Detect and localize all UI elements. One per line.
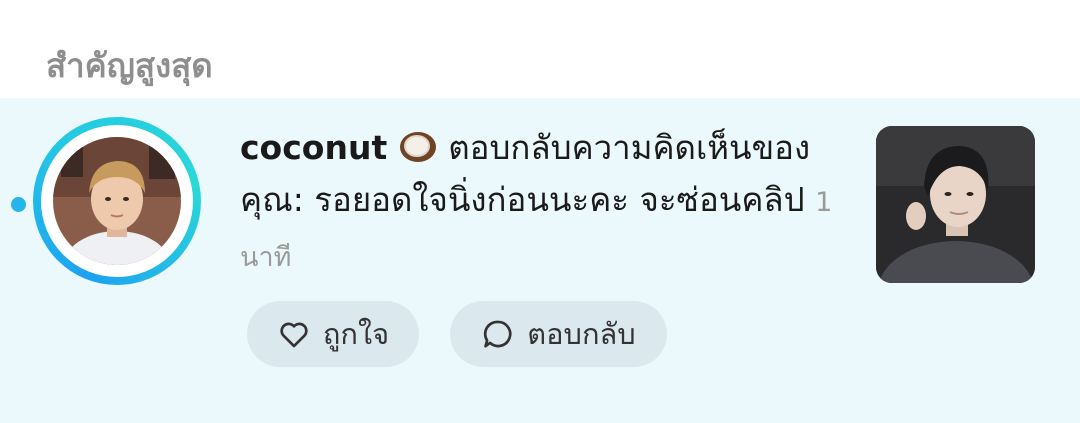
section-title: สำคัญสูงสุด xyxy=(46,46,213,85)
like-button[interactable]: ถูกใจ xyxy=(247,301,419,367)
unread-indicator xyxy=(11,197,26,212)
reply-button[interactable]: ตอบกลับ xyxy=(450,301,667,367)
reply-label: ตอบกลับ xyxy=(527,317,636,351)
heart-icon xyxy=(277,317,311,351)
like-label: ถูกใจ xyxy=(322,317,390,351)
video-thumbnail-photo xyxy=(876,126,1035,283)
video-thumbnail[interactable] xyxy=(876,126,1035,283)
username-link[interactable]: coconut xyxy=(240,128,387,167)
coconut-icon xyxy=(398,126,438,162)
avatar[interactable] xyxy=(53,137,181,265)
user-avatar-photo xyxy=(53,137,181,265)
notification-item[interactable]: coconut ตอบกลับความคิดเห็นของคุณ: รอยอดใ… xyxy=(0,98,1080,423)
comment-bubble-icon xyxy=(481,317,515,351)
notification-text: coconut ตอบกลับความคิดเห็นของคุณ: รอยอดใ… xyxy=(240,122,840,284)
avatar-story-ring[interactable] xyxy=(33,117,201,285)
